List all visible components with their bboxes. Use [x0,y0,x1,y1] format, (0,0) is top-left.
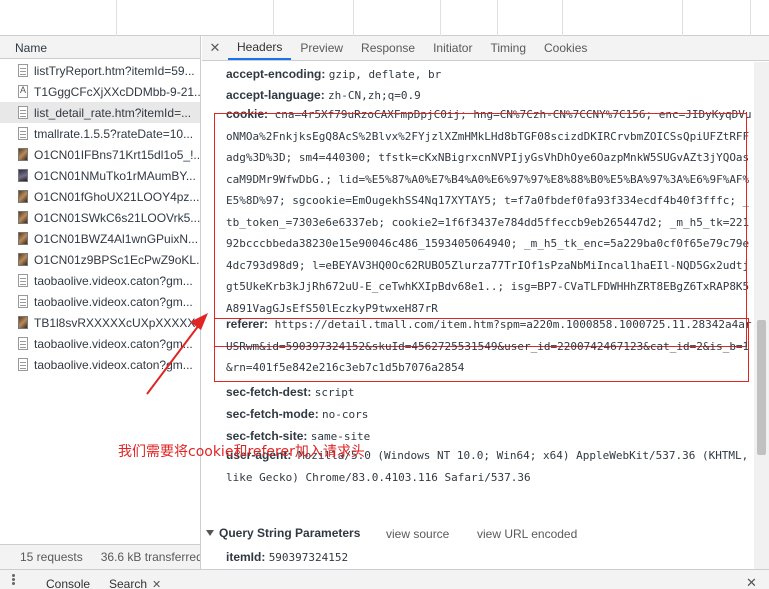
image-icon [18,211,28,224]
request-details-pane: ✕ Headers Preview Response Initiator Timing C… [202,36,769,569]
request-row[interactable]: O1CN01BWZ4Al1wnGPuixN... [0,228,200,249]
request-name: O1CN01fGhoUX21LOOY4pz... [34,189,200,204]
name-column-header[interactable]: Name [0,36,200,59]
request-row[interactable]: taobaolive.videox.caton?gm... [0,270,200,291]
scrollbar-thumb[interactable] [757,320,766,455]
referer-highlight-box [214,318,749,382]
image-icon [18,169,28,182]
request-row[interactable]: O1CN01NMuTko1rMAumBY... [0,165,200,186]
waterfall-divider [682,0,683,36]
image-icon [18,253,28,266]
script-icon [18,358,28,371]
close-search-tab-icon[interactable]: ✕ [152,578,161,589]
bottom-drawer: Console Search ✕ ✕ [0,569,769,589]
header-line: like Gecko) Chrome/83.0.4103.116 Safari/… [226,467,754,489]
view-url-encoded-link[interactable]: view URL encoded [477,527,577,541]
transferred-size: 36.6 kB transferred [100,550,200,564]
request-row[interactable]: tmallrate.1.5.5?rateDate=10... [0,123,200,144]
details-scrollbar[interactable] [754,62,769,569]
headers-content: accept-encoding: gzip, deflate, br accep… [202,62,754,569]
request-name: listTryReport.htm?itemId=59... [34,63,195,78]
image-icon [18,232,28,245]
request-row[interactable]: TB1l8svRXXXXXcUXpXXXXX... [0,312,200,333]
request-name: T1GggCFcXjXXcDDMbb-9-21... [34,84,200,99]
request-row[interactable]: O1CN01fGhoUX21LOOY4pz... [0,186,200,207]
annotation-text: 我们需要将cookie和referer加入请求头 [118,444,365,460]
script-icon [18,295,28,308]
network-status-bar: 15 requests 36.6 kB transferred [0,544,200,569]
drawer-tab-search[interactable]: Search ✕ [109,577,161,589]
request-name: O1CN01BWZ4Al1wnGPuixN... [34,231,199,246]
image-icon [18,148,28,161]
request-name: O1CN01z9BPSc1EcPwZ9oKL... [34,252,200,267]
request-row[interactable]: O1CN01SWkC6s21LOOVrk5... [0,207,200,228]
waterfall-strip [0,0,769,36]
tab-cookies[interactable]: Cookies [535,36,596,60]
image-icon [18,316,28,329]
expand-triangle-icon [206,530,214,536]
close-drawer-icon[interactable]: ✕ [746,575,757,589]
close-details-icon[interactable]: ✕ [202,36,228,60]
drawer-menu-icon[interactable] [12,574,15,586]
request-name: tmallrate.1.5.5?rateDate=10... [34,126,194,141]
waterfall-divider [116,0,117,36]
drawer-tab-console[interactable]: Console [46,577,90,589]
request-name: O1CN01NMuTko1rMAumBY... [34,168,196,183]
request-row[interactable]: listTryReport.htm?itemId=59... [0,60,200,81]
request-row[interactable]: taobaolive.videox.caton?gm... [0,291,200,312]
waterfall-divider [273,0,274,36]
header-accept-encoding: accept-encoding: gzip, deflate, br [226,67,442,81]
request-name: TB1l8svRXXXXXcUXpXXXXX... [34,315,200,330]
request-row[interactable]: taobaolive.videox.caton?gm... [0,354,200,375]
details-tabbar: ✕ Headers Preview Response Initiator Timing C… [202,36,769,61]
request-row[interactable]: O1CN01z9BPSc1EcPwZ9oKL... [0,249,200,270]
script-icon [18,274,28,287]
query-string-section-toggle[interactable]: Query String Parameters [206,524,360,542]
tab-response[interactable]: Response [352,36,424,60]
header-sec-fetch-dest: sec-fetch-dest: script [226,385,355,399]
request-row[interactable]: taobaolive.videox.caton?gm... [0,333,200,354]
cookie-highlight-box [214,113,747,347]
header-accept-language: accept-language: zh-CN,zh;q=0.9 [226,88,421,102]
request-count: 15 requests [20,550,83,564]
request-row[interactable]: T1GggCFcXjXXcDDMbb-9-21... [0,81,200,102]
waterfall-divider [562,0,563,36]
tab-headers[interactable]: Headers [228,36,292,60]
waterfall-divider [497,0,498,36]
request-list-pane: Name listTryReport.htm?itemId=59... T1Ggg… [0,36,201,569]
request-row[interactable]: O1CN01IFBns71Krt15dl1o5_!... [0,144,200,165]
request-name: taobaolive.videox.caton?gm... [34,357,193,372]
request-list: listTryReport.htm?itemId=59... T1GggCFcXj… [0,60,200,375]
query-param-itemid: itemId: 590397324152 [226,550,349,564]
waterfall-divider [440,0,441,36]
script-icon [18,106,28,119]
request-row[interactable]: list_detail_rate.htm?itemId=... [0,102,200,123]
request-name: taobaolive.videox.caton?gm... [34,336,193,351]
request-name: list_detail_rate.htm?itemId=... [34,105,192,120]
tab-preview[interactable]: Preview [291,36,352,60]
image-icon [18,190,28,203]
request-name: O1CN01IFBns71Krt15dl1o5_!... [34,147,200,162]
waterfall-divider [353,0,354,36]
tab-timing[interactable]: Timing [481,36,535,60]
header-value-line: like Gecko) Chrome/83.0.4103.116 Safari/… [226,470,531,484]
header-sec-fetch-mode: sec-fetch-mode: no-cors [226,407,369,421]
script-icon [18,127,28,140]
request-name: taobaolive.videox.caton?gm... [34,273,193,288]
waterfall-divider [750,0,751,36]
request-name: taobaolive.videox.caton?gm... [34,294,193,309]
request-name: O1CN01SWkC6s21LOOVrk5... [34,210,200,225]
script-icon [18,337,28,350]
script-icon [18,64,28,77]
font-icon [18,85,28,98]
tab-initiator[interactable]: Initiator [424,36,481,60]
view-source-link[interactable]: view source [386,527,449,541]
